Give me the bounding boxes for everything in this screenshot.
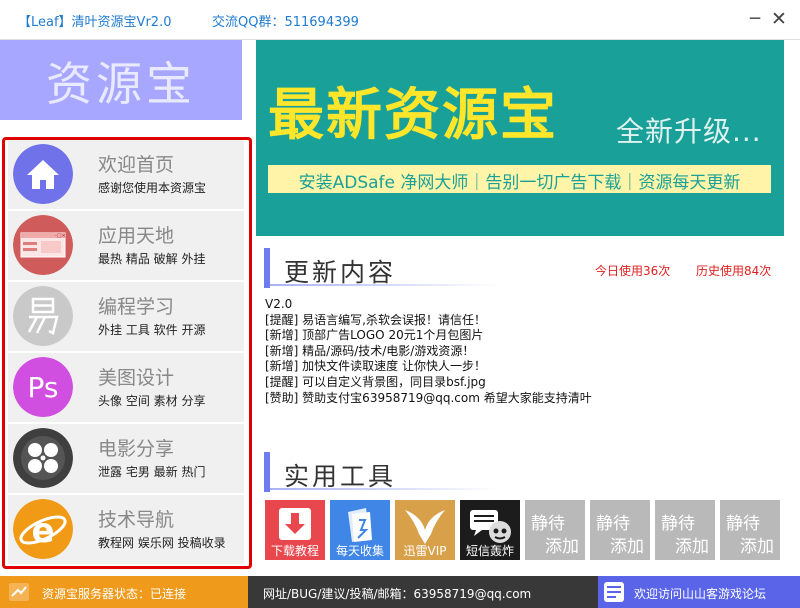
tool-placeholder[interactable]: 静待 添加 — [655, 500, 715, 560]
sidebar-item-subtitle: 最热 精品 破解 外挂 — [98, 252, 206, 266]
sidebar-item-subtitle: 教程网 娱乐网 投稿收录 — [98, 536, 226, 550]
app-logo: 资源宝 — [0, 40, 242, 120]
banner-slogan: 安装ADSafe 净网大师｜告别一切广告下载｜资源每天更新 — [298, 173, 741, 193]
tool-label: 短信轰炸 — [465, 544, 514, 558]
banner-slogan-bar: 安装ADSafe 净网大师｜告别一切广告下载｜资源每天更新 — [268, 165, 771, 193]
server-status-text: 资源宝服务器状态：已连接 — [42, 587, 187, 601]
sidebar-item-title: 欢迎首页 — [98, 154, 175, 176]
sidebar-item-title: 技术导航 — [98, 509, 175, 531]
update-note-line: [赞助] 赞助支付宝63958719@qq.com 希望大家能支持清叶 — [265, 390, 592, 405]
updates-heading: 更新内容 — [284, 258, 397, 287]
svg-text:-□×: -□× — [55, 233, 66, 239]
title-bar: 【Leaf】清叶资源宝Vr2.0 交流QQ群：511694399 ─ ✕ — [0, 0, 800, 40]
forum-link[interactable]: 欢迎访问山山客游戏论坛 — [598, 576, 800, 608]
tool-placeholder[interactable]: 静待 添加 — [720, 500, 780, 560]
placeholder-line-1: 静待 — [596, 514, 630, 534]
tool-label: 下载教程 — [270, 544, 319, 558]
placeholder-line-1: 静待 — [726, 514, 760, 534]
tool-placeholder[interactable]: 静待 添加 — [525, 500, 585, 560]
update-note-line: [提醒] 易语言编写,杀软会误报！请信任！ — [265, 312, 486, 327]
update-note-line: [新增] 精品/源码/技术/电影/游戏资源！ — [265, 343, 475, 358]
today-usage-count: 今日使用36次 — [595, 264, 671, 278]
close-button[interactable]: ✕ — [768, 8, 790, 30]
app-window-icon: -□× — [13, 215, 73, 275]
sidebar-nav: 欢迎首页 感谢您使用本资源宝 -□× 应用天地 最热 精品 破解 外挂 编程学习… — [2, 137, 252, 569]
section-accent-bar — [264, 248, 270, 288]
sidebar-item-subtitle: 头像 空间 素材 分享 — [98, 394, 206, 408]
contact-info: 网址/BUG/建议/投稿/邮箱：63958719@qq.com — [263, 587, 532, 601]
forum-icon — [604, 582, 624, 602]
placeholder-line-2: 添加 — [675, 537, 709, 557]
tool-label: 每天收集 — [335, 544, 384, 558]
placeholder-line-1: 静待 — [661, 514, 695, 534]
sidebar-item-programming[interactable]: 编程学习 外挂 工具 软件 开源 — [8, 282, 244, 352]
logo-text: 资源宝 — [46, 57, 196, 111]
total-usage-count: 历史使用84次 — [696, 264, 772, 278]
tool-download-tutorial[interactable]: 下载教程 — [265, 500, 325, 560]
svg-text:e: e — [31, 511, 54, 551]
sidebar-item-welcome[interactable]: 欢迎首页 感谢您使用本资源宝 — [8, 140, 244, 210]
sidebar-item-design[interactable]: Ps 美图设计 头像 空间 素材 分享 — [8, 353, 244, 423]
update-notes: V2.0 [提醒] 易语言编写,杀软会误报！请信任！ [新增] 顶部广告LOGO… — [265, 297, 785, 406]
sidebar-item-apps[interactable]: -□× 应用天地 最热 精品 破解 外挂 — [8, 211, 244, 281]
update-note-line: [提醒] 可以自定义背景图，同目录bsf.jpg — [265, 374, 486, 389]
home-icon — [13, 144, 73, 204]
sidebar-item-title: 应用天地 — [98, 225, 175, 247]
sidebar-item-title: 美图设计 — [98, 367, 175, 389]
sidebar-item-title: 电影分享 — [98, 438, 175, 460]
minimize-button[interactable]: ─ — [744, 8, 766, 30]
tool-label: 迅雷VIP — [403, 544, 447, 558]
easy-language-icon — [13, 286, 73, 346]
tool-sms-bomber[interactable]: 短信轰炸 — [460, 500, 520, 560]
app-title: 【Leaf】清叶资源宝Vr2.0 — [18, 15, 172, 30]
server-status-icon — [9, 583, 29, 601]
placeholder-line-2: 添加 — [740, 537, 774, 557]
banner-tagline: 全新升级... — [616, 115, 762, 148]
sidebar-item-subtitle: 外挂 工具 软件 开源 — [98, 323, 206, 337]
ad-banner[interactable]: 最新资源宝 全新升级... 安装ADSafe 净网大师｜告别一切广告下载｜资源每… — [256, 40, 784, 236]
banner-headline: 最新资源宝 — [268, 83, 558, 148]
tool-placeholder[interactable]: 静待 添加 — [590, 500, 650, 560]
forum-link-text: 欢迎访问山山客游戏论坛 — [634, 587, 767, 601]
status-bar: 资源宝服务器状态：已连接 网址/BUG/建议/投稿/邮箱：63958719@qq… — [0, 576, 800, 608]
svg-text:Ps: Ps — [28, 371, 59, 404]
sidebar-item-subtitle: 感谢您使用本资源宝 — [98, 181, 207, 195]
qq-group-label: 交流QQ群：511694399 — [212, 15, 359, 30]
tools-section-header: 实用工具 — [264, 452, 784, 492]
tools-heading: 实用工具 — [284, 462, 397, 491]
tool-daily-collection[interactable]: 每天收集 — [330, 500, 390, 560]
film-reel-icon — [13, 428, 73, 488]
placeholder-line-2: 添加 — [610, 537, 644, 557]
sidebar-item-subtitle: 泄露 宅男 最新 热门 — [98, 465, 206, 479]
photoshop-icon: Ps — [13, 357, 73, 417]
sidebar-item-movies[interactable]: 电影分享 泄露 宅男 最新 热门 — [8, 424, 244, 494]
sidebar-item-navigation[interactable]: e 技术导航 教程网 娱乐网 投稿收录 — [8, 495, 244, 565]
update-note-line: V2.0 — [265, 297, 293, 311]
placeholder-line-2: 添加 — [545, 537, 579, 557]
ie-browser-icon: e — [13, 499, 73, 559]
server-status-panel: 资源宝服务器状态：已连接 — [0, 576, 248, 608]
section-accent-bar — [264, 452, 270, 492]
update-note-line: [新增] 顶部广告LOGO 20元1个月包图片 — [265, 328, 484, 343]
sidebar-item-title: 编程学习 — [98, 296, 175, 318]
update-note-line: [新增] 加快文件读取速度 让你快人一步！ — [265, 359, 486, 374]
placeholder-line-1: 静待 — [531, 514, 565, 534]
tool-thunder-vip[interactable]: 迅雷VIP — [395, 500, 455, 560]
